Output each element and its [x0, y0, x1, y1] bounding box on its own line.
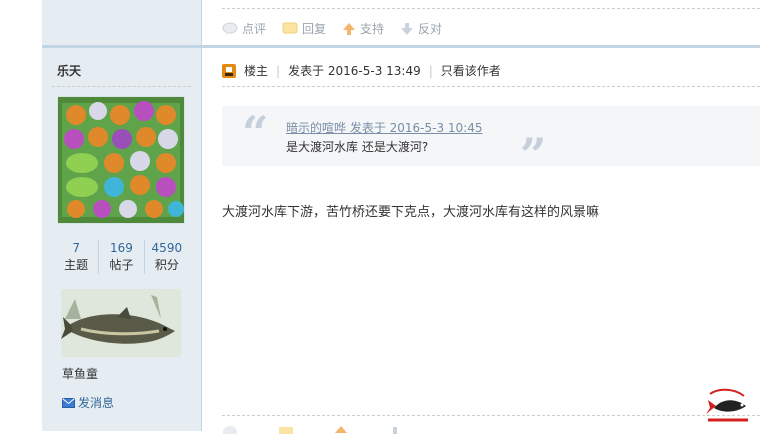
- op-label: 楼主: [244, 64, 269, 78]
- op-badge-icon: [222, 63, 236, 78]
- author-sidebar: 乐天 7 主题 169 帖子 4590 积分 草鱼童 发消息: [42, 0, 202, 431]
- thumbs-down-arrow-icon: [401, 22, 414, 35]
- stat-label: 主题: [64, 258, 89, 272]
- comment-button[interactable]: 点评: [222, 20, 266, 37]
- oppose-button[interactable]: 反对: [400, 20, 442, 37]
- comment-label[interactable]: 点评: [242, 20, 266, 37]
- open-quote-icon: “: [242, 106, 269, 160]
- rank-medal-image: [61, 289, 181, 357]
- stat-posts[interactable]: 169 帖子: [98, 240, 143, 274]
- divider: |: [276, 63, 281, 78]
- post-header: 楼主 | 发表于 2016-5-3 13:49 | 只看该作者: [222, 62, 501, 79]
- divider: [222, 86, 760, 87]
- stat-value[interactable]: 169: [99, 240, 143, 257]
- divider: [52, 86, 191, 87]
- reply-icon[interactable]: [278, 424, 294, 434]
- site-logo-watermark: [706, 388, 748, 422]
- avatar[interactable]: [57, 96, 185, 224]
- reply-button[interactable]: 回复: [282, 20, 326, 37]
- author-only-link[interactable]: 只看该作者: [441, 62, 501, 79]
- stat-value[interactable]: 4590: [145, 240, 189, 257]
- post-main: 点评 回复 支持 反对 楼主 | 发表于 2016-5-3 13:49 | 只看…: [202, 0, 760, 434]
- stat-label: 帖子: [109, 258, 134, 272]
- quote-text: 是大渡河水库 还是大渡河?: [286, 140, 429, 154]
- post-timestamp: 发表于 2016-5-3 13:49: [288, 64, 421, 78]
- divider: [222, 415, 760, 416]
- avatar-image: [58, 97, 184, 223]
- thumbs-down-arrow-icon[interactable]: [388, 424, 402, 434]
- author-stats: 7 主题 169 帖子 4590 积分: [54, 240, 189, 274]
- left-gutter: [0, 0, 42, 431]
- envelope-icon: [62, 397, 75, 408]
- stat-label: 积分: [154, 258, 179, 272]
- post-actions-bottom: [222, 424, 402, 434]
- quote-block: “ 暗示的喧哗 发表于 2016-5-3 10:45 是大渡河水库 还是大渡河?…: [222, 106, 760, 178]
- sidebar-separator: [42, 45, 201, 48]
- reply-icon: [282, 22, 298, 35]
- rank-title: 草鱼童: [62, 367, 99, 381]
- previous-post-actions: 点评 回复 支持 反对: [222, 20, 442, 37]
- post-body: 大渡河水库下游，苦竹桥还要下克点，大渡河水库有这样的风景嘛: [222, 205, 600, 220]
- comment-icon[interactable]: [222, 424, 238, 434]
- stat-value[interactable]: 7: [54, 240, 98, 257]
- oppose-label[interactable]: 反对: [418, 20, 442, 37]
- reply-label[interactable]: 回复: [302, 20, 326, 37]
- send-message-label[interactable]: 发消息: [78, 394, 114, 411]
- fish-icon: [61, 289, 181, 357]
- stat-points[interactable]: 4590 积分: [143, 240, 189, 274]
- divider: [222, 8, 760, 9]
- author-username[interactable]: 乐天: [57, 62, 81, 79]
- support-label[interactable]: 支持: [360, 20, 384, 37]
- close-quote-icon: ”: [520, 128, 547, 182]
- support-button[interactable]: 支持: [342, 20, 384, 37]
- send-message-link[interactable]: 发消息: [62, 394, 114, 411]
- stat-topics[interactable]: 7 主题: [54, 240, 98, 274]
- quote-source-link[interactable]: 暗示的喧哗 发表于 2016-5-3 10:45: [286, 119, 483, 136]
- thumbs-up-arrow-icon[interactable]: [334, 424, 348, 434]
- comment-icon: [222, 22, 238, 35]
- divider: |: [428, 63, 433, 78]
- post-separator: [202, 45, 760, 48]
- thumbs-up-arrow-icon: [343, 22, 356, 35]
